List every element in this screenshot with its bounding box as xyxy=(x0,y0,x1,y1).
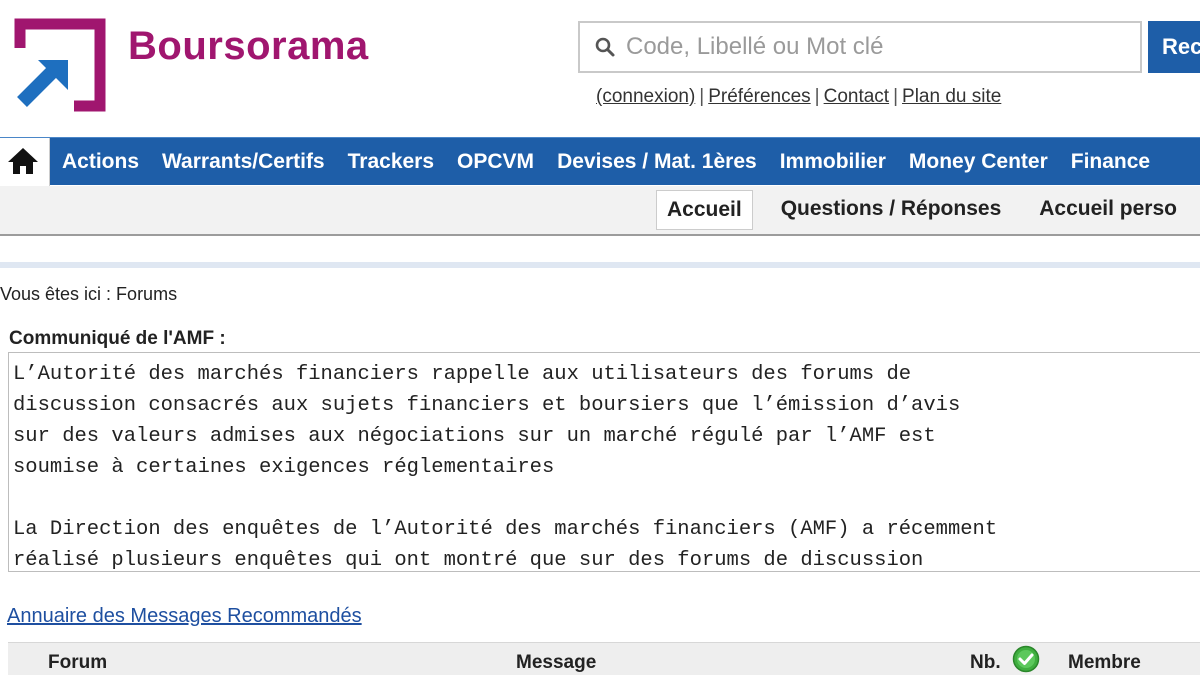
sub-nav-accueil[interactable]: Accueil xyxy=(656,190,753,230)
nav-item-finance[interactable]: Finance xyxy=(1059,138,1161,186)
home-icon xyxy=(8,148,38,174)
nav-item-opcvm[interactable]: OPCVM xyxy=(445,138,545,186)
divider xyxy=(0,262,1200,268)
breadcrumb: Vous êtes ici : Forums xyxy=(0,284,178,304)
search-input[interactable] xyxy=(626,29,1126,65)
amf-line: discussion consacrés aux sujets financie… xyxy=(13,394,961,417)
forum-table-header: Forum Message Nb. Membre xyxy=(8,642,1200,675)
login-link[interactable]: (connexion) xyxy=(596,86,695,107)
boursorama-logo-icon[interactable] xyxy=(12,18,107,113)
nav-item-warrants[interactable]: Warrants/Certifs xyxy=(150,138,336,186)
nav-item-devises[interactable]: Devises / Mat. 1ères xyxy=(545,138,768,186)
nav-item-trackers[interactable]: Trackers xyxy=(336,138,445,186)
search-button[interactable]: Rechercher xyxy=(1148,21,1200,73)
amf-line: sur des valeurs admises aux négociations… xyxy=(13,425,936,448)
contact-link[interactable]: Contact xyxy=(824,86,889,107)
sub-nav: Accueil Questions / Réponses Accueil per… xyxy=(0,186,1200,236)
sub-nav-questions-reponses[interactable]: Questions / Réponses xyxy=(771,190,1012,230)
site-header: Boursorama Rechercher (connexion)|Préfér… xyxy=(0,0,1200,130)
amf-notice-title: Communiqué de l'AMF : xyxy=(9,328,226,349)
nav-item-actions[interactable]: Actions xyxy=(50,138,150,186)
amf-line: réalisé plusieurs enquêtes qui ont montr… xyxy=(13,549,924,572)
column-header-message[interactable]: Message xyxy=(516,652,596,674)
amf-line: La Direction des enquêtes de l’Autorité … xyxy=(13,518,998,541)
column-header-membre[interactable]: Membre xyxy=(1068,652,1141,674)
preferences-link[interactable]: Préférences xyxy=(708,86,810,107)
home-button[interactable] xyxy=(0,138,50,186)
amf-line: soumise à certaines exigences réglementa… xyxy=(13,456,555,479)
column-header-forum[interactable]: Forum xyxy=(48,652,107,674)
main-nav-items: Actions Warrants/Certifs Trackers OPCVM … xyxy=(50,138,1161,186)
search-icon xyxy=(595,37,615,57)
amf-line-blank xyxy=(13,483,1200,514)
amf-notice-box[interactable]: L’Autorité des marchés financiers rappel… xyxy=(8,352,1200,572)
top-links: (connexion) | Préférences | Contact | Plan du … xyxy=(596,86,1002,107)
check-icon xyxy=(1012,645,1040,673)
nav-item-immobilier[interactable]: Immobilier xyxy=(768,138,897,186)
recommended-messages-link[interactable]: Annuaire des Messages Recommandés xyxy=(7,605,362,628)
amf-notice-text: L’Autorité des marchés financiers rappel… xyxy=(13,359,1200,572)
column-header-nb[interactable]: Nb. xyxy=(970,652,1001,674)
nav-item-money-center[interactable]: Money Center xyxy=(897,138,1059,186)
main-nav: Actions Warrants/Certifs Trackers OPCVM … xyxy=(0,137,1200,186)
sub-nav-items: Accueil Questions / Réponses Accueil per… xyxy=(656,190,1200,230)
sitemap-link[interactable]: Plan du site xyxy=(902,86,1001,107)
brand-name[interactable]: Boursorama xyxy=(128,24,369,69)
amf-line: L’Autorité des marchés financiers rappel… xyxy=(13,363,912,386)
search-box xyxy=(578,21,1142,73)
sub-nav-accueil-perso[interactable]: Accueil perso xyxy=(1029,190,1187,230)
